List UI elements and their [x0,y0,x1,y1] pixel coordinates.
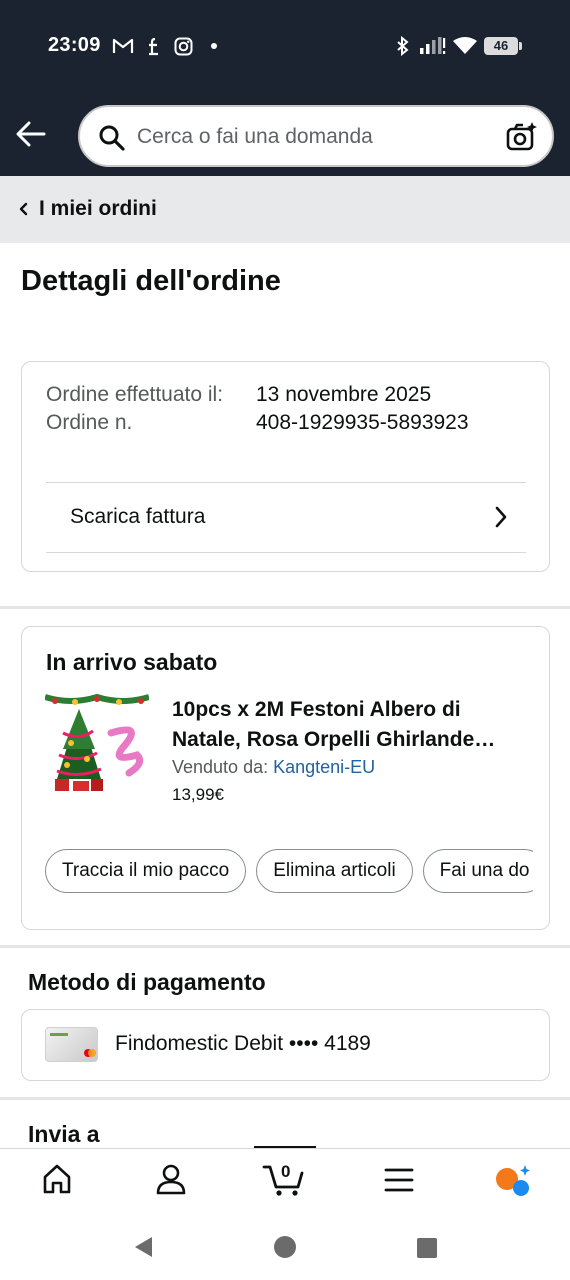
signal-icon [420,37,446,54]
section-divider [0,945,570,948]
ask-question-button[interactable]: Fai una do [422,849,533,893]
ship-to-heading: Invia a [28,1121,100,1147]
breadcrumb-label: I miei ordini [39,197,157,220]
rufus-icon[interactable] [494,1163,532,1199]
search-icon [99,125,125,151]
search-placeholder: Cerca o fai una domanda [137,125,373,148]
seller-info: Venduto da: Kangteni-EU [172,757,375,778]
system-back-icon[interactable] [132,1235,154,1259]
system-recents-icon[interactable] [416,1237,438,1259]
product-price: 13,99€ [172,785,224,804]
payment-heading: Metodo di pagamento [28,969,266,995]
product-image[interactable] [45,693,149,795]
system-nav-bar [0,1214,570,1280]
dot-icon [211,43,217,49]
chevron-left-icon [19,202,28,216]
order-number: 408-1929935-5893923 [256,411,469,434]
download-invoice-label: Scarica fattura [70,505,206,528]
breadcrumb[interactable]: I miei ordini [0,176,570,243]
order-info-card: Ordine effettuato il: Ordine n. 13 novem… [21,361,550,572]
payment-method-card[interactable]: Findomestic Debit •••• 4189 [21,1009,550,1081]
order-date: 13 novembre 2025 [256,383,432,406]
chevron-right-icon [495,506,507,528]
shipment-heading: In arrivo sabato [46,649,218,675]
system-home-icon[interactable] [273,1235,297,1259]
shipment-actions: Traccia il mio pacco Elimina articoli Fai … [45,849,533,895]
facebook-icon [149,37,158,56]
shipment-card: In arrivo sabato 10pcs x 2M Festoni Albe… [21,626,550,930]
cart-count: 0 [281,1162,291,1181]
wifi-icon [453,37,477,54]
instagram-icon [174,37,193,56]
download-invoice-button[interactable]: Scarica fattura [46,483,526,553]
seller-prefix: Venduto da: [172,757,274,777]
payment-card-icon [45,1027,98,1062]
section-divider [0,606,570,609]
divider [46,552,526,553]
battery-icon: 46 [484,37,522,55]
home-icon[interactable] [42,1163,72,1195]
section-divider [0,1097,570,1100]
camera-search-icon[interactable] [506,121,538,153]
track-package-button[interactable]: Traccia il mio pacco [45,849,247,893]
product-title[interactable]: 10pcs x 2M Festoni Albero di Natale, Ros… [172,695,522,755]
order-info-labels: Ordine effettuato il: Ordine n. [46,383,224,434]
status-time: 23:09 [48,34,101,56]
search-input[interactable]: Cerca o fai una domanda [78,105,554,167]
status-bar: 23:09 46 [0,0,570,90]
seller-link[interactable]: Kangteni-EU [273,757,375,777]
search-header: Cerca o fai una domanda [0,90,570,176]
page-title: Dettagli dell'ordine [21,265,281,297]
menu-icon[interactable] [384,1167,414,1193]
gmail-icon [112,38,134,53]
delete-items-button[interactable]: Elimina articoli [256,849,413,893]
payment-method-text: Findomestic Debit •••• 4189 [115,1032,371,1055]
back-arrow-icon[interactable] [14,118,48,150]
bluetooth-icon [397,36,409,56]
account-icon[interactable] [155,1163,187,1195]
